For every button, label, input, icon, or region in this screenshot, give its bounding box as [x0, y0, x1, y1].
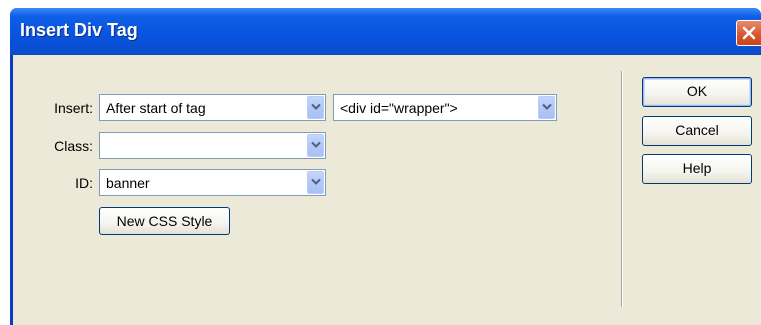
insert-position-dropdown-button[interactable]: [307, 96, 324, 119]
divider: [621, 71, 623, 307]
ok-label: OK: [686, 83, 708, 99]
id-dropdown-button[interactable]: [307, 171, 324, 194]
cancel-label: Cancel: [675, 122, 719, 138]
close-icon: [742, 26, 756, 40]
insert-position-select[interactable]: After start of tag: [99, 94, 326, 121]
dialog-title: Insert Div Tag: [20, 20, 138, 40]
insert-tag-value: <div id="wrapper">: [340, 100, 458, 116]
id-select[interactable]: banner: [99, 169, 326, 196]
new-css-style-button[interactable]: New CSS Style: [99, 207, 230, 235]
id-value: banner: [106, 175, 150, 191]
chevron-down-icon: [311, 141, 321, 148]
insert-tag-select[interactable]: <div id="wrapper">: [333, 94, 557, 121]
new-css-style-label: New CSS Style: [116, 213, 213, 229]
cancel-button[interactable]: Cancel: [642, 116, 752, 146]
class-select[interactable]: [99, 132, 326, 159]
id-label: ID:: [75, 175, 93, 191]
chevron-down-icon: [311, 178, 321, 185]
title-bar[interactable]: Insert Div Tag: [10, 8, 761, 55]
insert-label: Insert:: [54, 100, 93, 116]
dialog-window: Insert Div Tag Insert: After start of ta…: [10, 8, 761, 325]
class-dropdown-button[interactable]: [307, 134, 324, 157]
class-label: Class:: [54, 138, 93, 154]
ok-button[interactable]: OK: [642, 77, 752, 107]
help-label: Help: [682, 160, 712, 176]
close-button[interactable]: [736, 20, 761, 46]
help-button[interactable]: Help: [642, 154, 752, 184]
dialog-body: Insert: After start of tag <div id="wrap…: [13, 55, 761, 325]
chevron-down-icon: [542, 103, 552, 110]
chevron-down-icon: [311, 103, 321, 110]
insert-position-value: After start of tag: [106, 100, 206, 116]
insert-tag-dropdown-button[interactable]: [538, 96, 555, 119]
